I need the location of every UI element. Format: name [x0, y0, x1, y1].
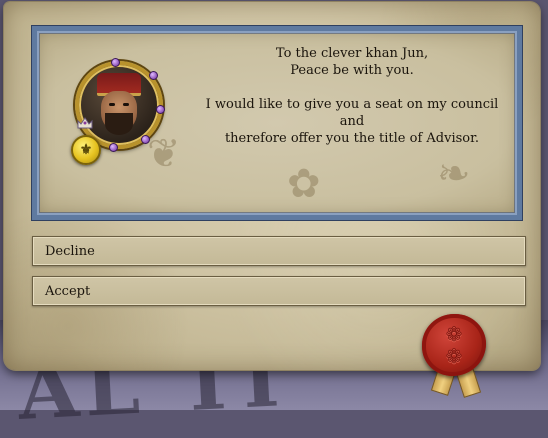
- gem-icon: [109, 143, 118, 152]
- decline-label: Decline: [45, 243, 95, 259]
- letter-frame: ❦ ❧ ✿ To the clever khan Jun, Peace be w…: [31, 25, 523, 221]
- decline-button[interactable]: Decline: [32, 236, 526, 266]
- character-portrait[interactable]: [75, 61, 163, 149]
- face: [101, 91, 137, 131]
- gem-icon: [111, 58, 120, 67]
- gem-icon: [149, 71, 158, 80]
- letter-body: To the clever khan Jun, Peace be with yo…: [197, 45, 507, 147]
- gold-coin-icon[interactable]: ⚜: [71, 135, 101, 165]
- ornament-icon: ❧: [437, 151, 471, 197]
- letter-message-line-2: therefore offer you the title of Advisor…: [224, 131, 480, 146]
- letter-message-line-1: I would like to give you a seat on my co…: [205, 97, 499, 129]
- ornament-icon: ❦: [147, 131, 181, 177]
- event-window: ❦ ❧ ✿ To the clever khan Jun, Peace be w…: [4, 2, 540, 398]
- gem-icon: [156, 105, 165, 114]
- gem-icon: [141, 135, 150, 144]
- accept-button[interactable]: Accept: [32, 276, 526, 306]
- wax-seal-icon: ❁ ❁: [422, 314, 490, 398]
- accept-label: Accept: [45, 283, 91, 299]
- crown-icon: [77, 117, 93, 129]
- beard: [105, 113, 133, 135]
- seal-disc: ❁ ❁: [422, 314, 486, 376]
- ornament-icon: ✿: [287, 161, 321, 207]
- letter-greeting: To the clever khan Jun,: [275, 46, 429, 61]
- letter-salutation: Peace be with you.: [290, 63, 414, 78]
- hat-icon: [97, 73, 141, 96]
